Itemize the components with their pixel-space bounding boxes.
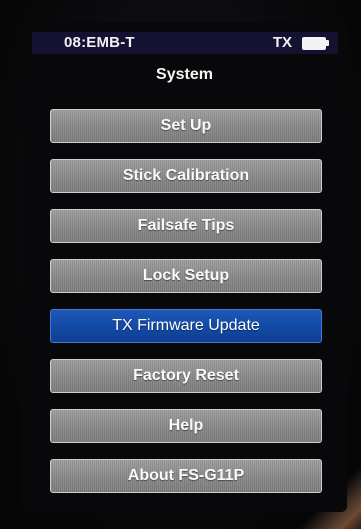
battery-full-icon: [302, 37, 330, 50]
battery-tip: [326, 40, 329, 46]
menu-item-about[interactable]: About FS-G11P: [50, 459, 322, 493]
menu-item-label: About FS-G11P: [127, 467, 245, 484]
menu-item-failsafe-tips[interactable]: Failsafe Tips: [50, 209, 322, 243]
menu-item-lock-setup[interactable]: Lock Setup: [50, 259, 322, 293]
menu-item-set-up[interactable]: Set Up: [50, 109, 322, 143]
model-name: 08:EMB-T: [64, 34, 135, 51]
page-title: System: [156, 66, 213, 83]
menu-item-label: Set Up: [160, 117, 212, 134]
device-frame: 08:EMB-T TX System Set Up Stick Calibrat…: [0, 0, 361, 529]
menu-item-factory-reset[interactable]: Factory Reset: [50, 359, 322, 393]
menu-item-tx-firmware-update[interactable]: TX Firmware Update: [50, 309, 322, 343]
lcd-screen: 08:EMB-T TX System Set Up Stick Calibrat…: [22, 22, 347, 512]
menu-item-help[interactable]: Help: [50, 409, 322, 443]
menu-item-label: Lock Setup: [142, 267, 230, 284]
tx-mode-indicator: TX: [272, 34, 292, 51]
status-bar: 08:EMB-T TX: [32, 32, 338, 54]
menu-item-label: Failsafe Tips: [137, 217, 235, 234]
menu-item-stick-calibration[interactable]: Stick Calibration: [50, 159, 322, 193]
menu-item-label: Factory Reset: [133, 367, 239, 384]
menu-item-label: TX Firmware Update: [112, 317, 260, 334]
menu-item-label: Help: [168, 417, 204, 434]
system-menu: Set Up Stick Calibration Failsafe Tips L…: [50, 109, 326, 509]
battery-body: [302, 37, 326, 50]
menu-item-label: Stick Calibration: [122, 167, 250, 184]
